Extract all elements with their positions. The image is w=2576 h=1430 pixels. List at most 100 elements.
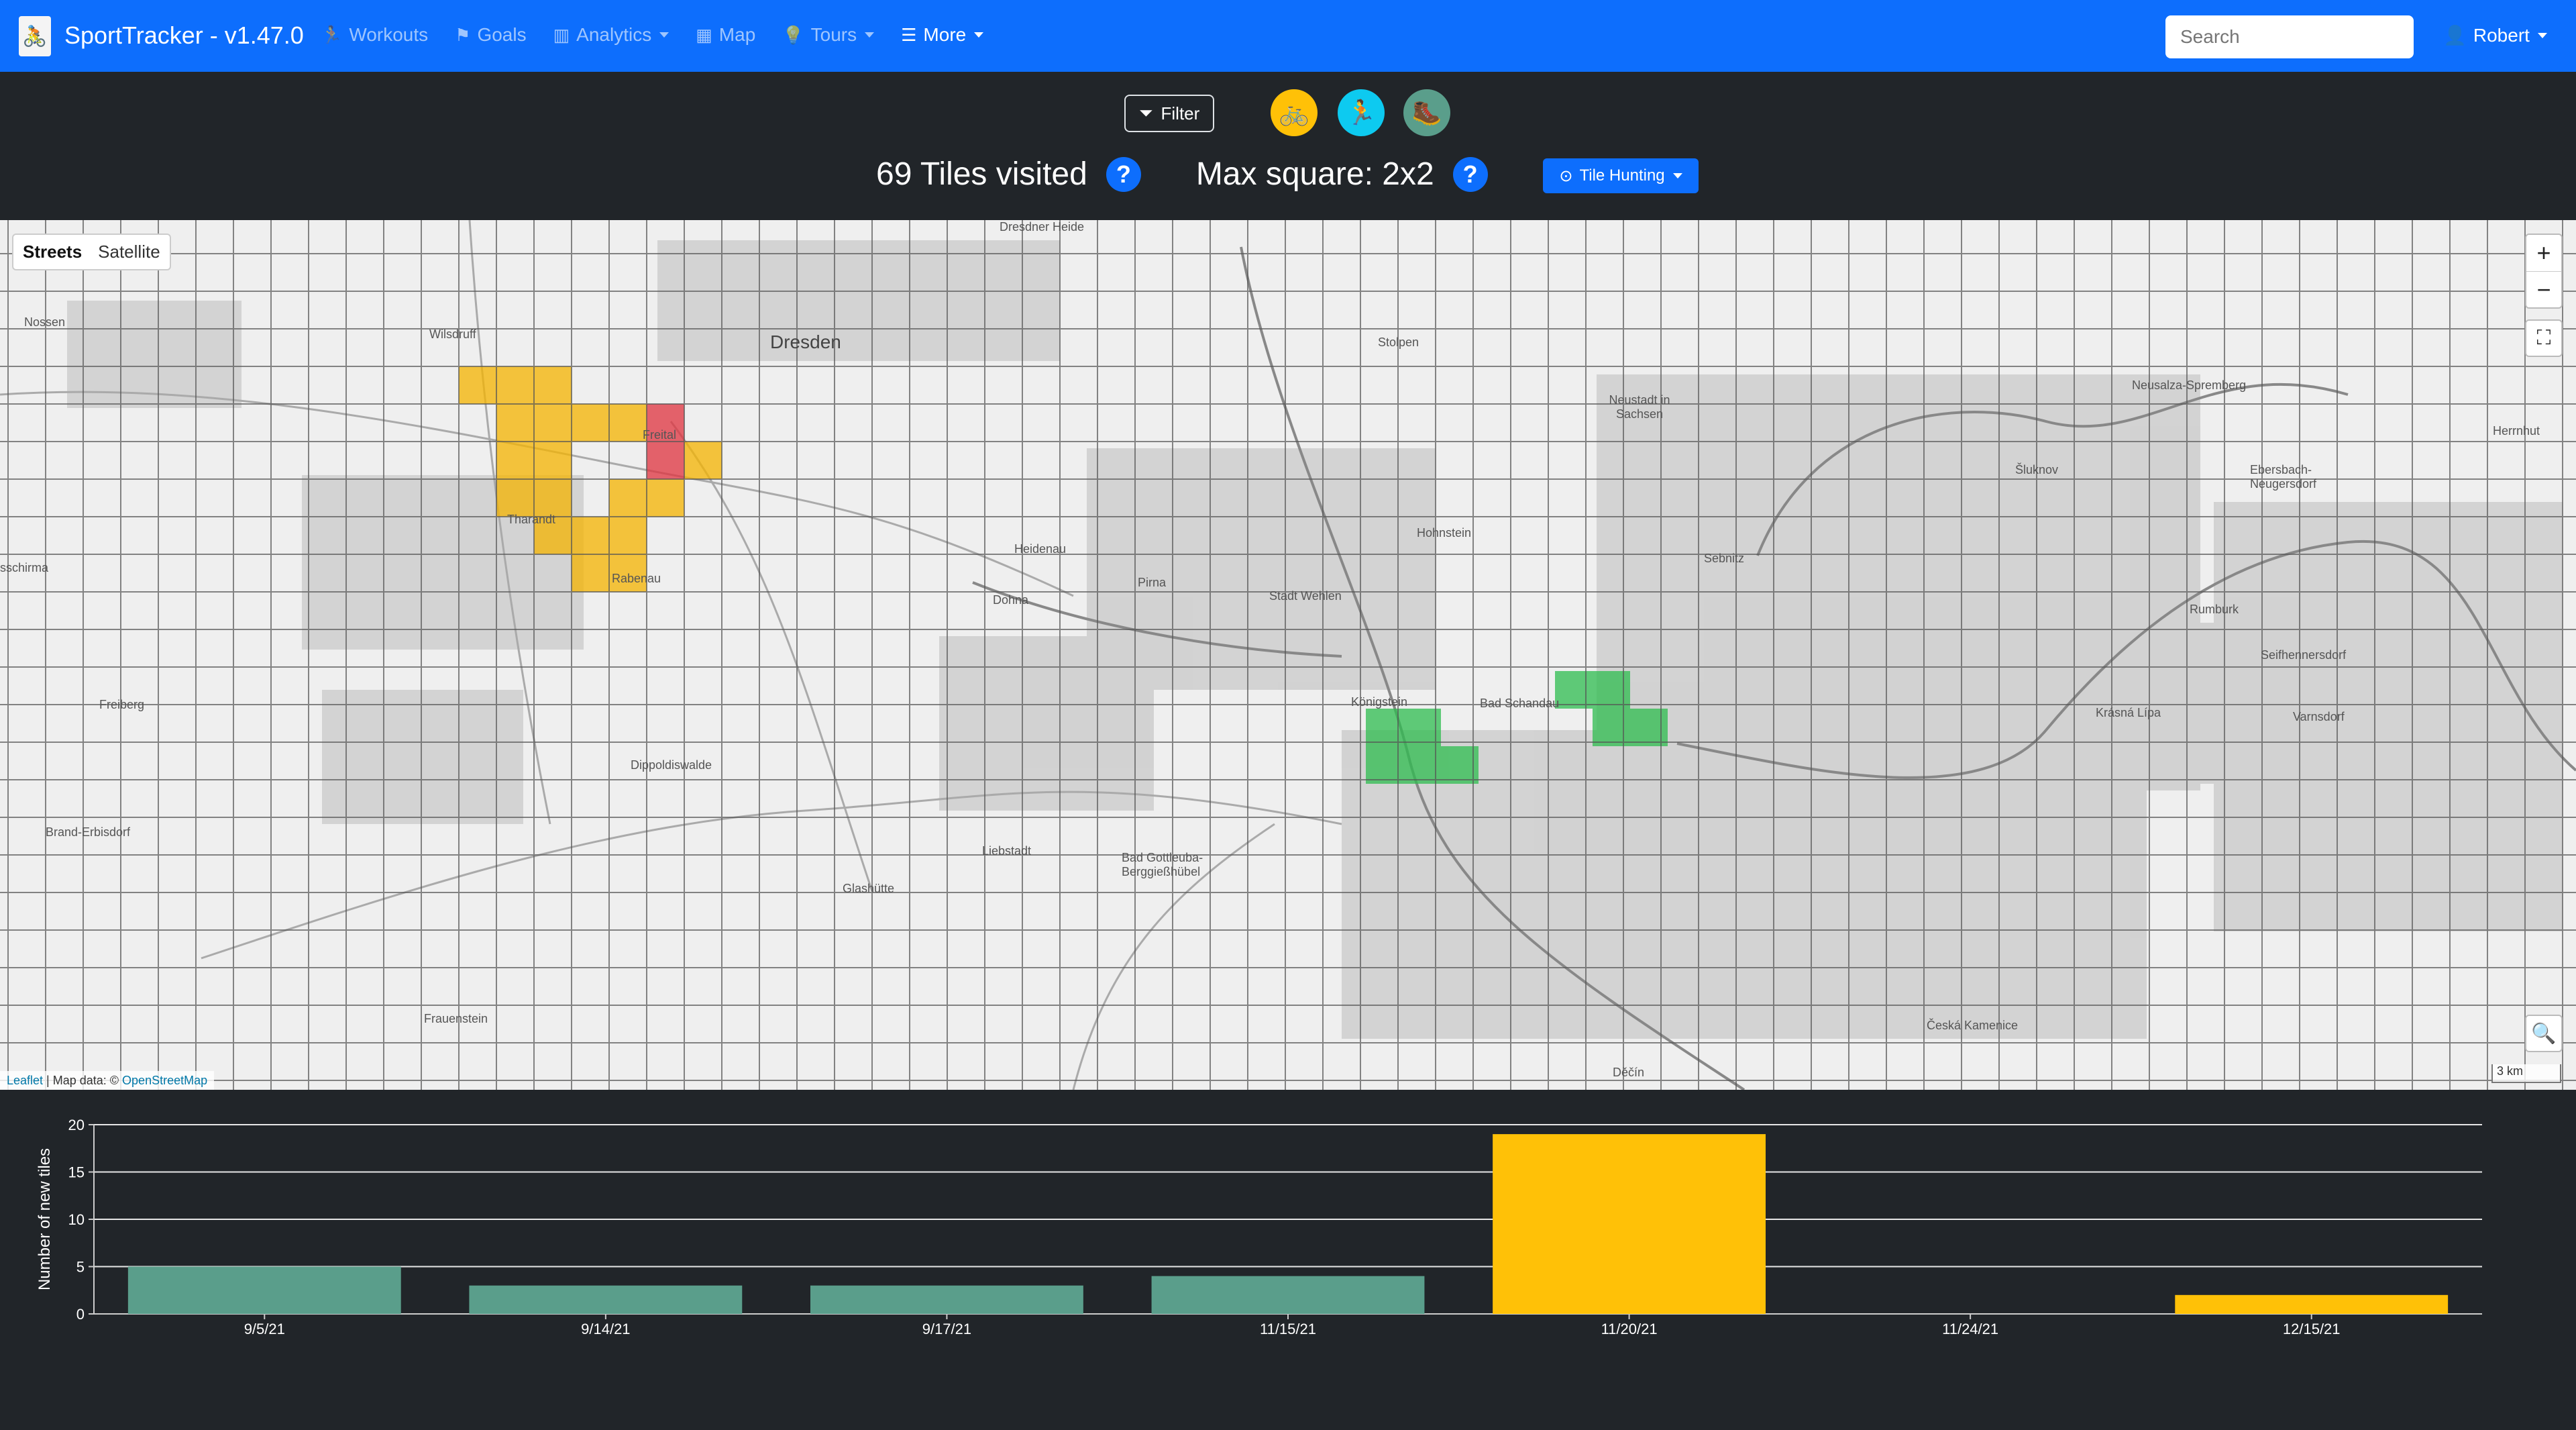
place-label: Ebersbach-Neugersdorf — [2250, 463, 2317, 491]
sport-hiking-button[interactable]: 🥾 — [1403, 89, 1450, 136]
map-canvas — [0, 220, 2576, 1090]
bar — [469, 1285, 743, 1314]
place-label: Sebnitz — [1704, 552, 1745, 565]
place-label: Frauenstein — [424, 1012, 488, 1025]
max-square-text: Max square: 2x2 — [1195, 156, 1434, 192]
place-label: Neusalza-Spremberg — [2132, 378, 2247, 392]
layer-streets[interactable]: Streets — [23, 242, 82, 262]
filter-button[interactable]: ⏷ Filter — [1124, 95, 1214, 132]
lightbulb-icon: 💡 — [782, 24, 804, 45]
place-label: Königstein — [1351, 695, 1408, 709]
sport-running-button[interactable]: 🏃 — [1338, 89, 1385, 136]
fullscreen-icon[interactable]: ⛶ — [2525, 319, 2563, 357]
place-label: Liebstadt — [982, 844, 1032, 858]
nav-tours[interactable]: 💡 Tours — [782, 24, 875, 46]
place-label: Varnsdorf — [2293, 710, 2345, 723]
tiles-visited-text: 69 Tiles visited — [876, 156, 1087, 192]
chevron-down-icon — [974, 32, 984, 38]
place-label: Rabenau — [612, 572, 661, 585]
osm-link[interactable]: OpenStreetMap — [122, 1074, 207, 1087]
flag-icon: ⚑ — [455, 24, 471, 45]
nav-menu: 🏃 Workouts ⚑ Goals ▥ Analytics ▦ Map 💡 Tours … — [321, 24, 984, 46]
place-label: Bad Gottleuba-Berggießhübel — [1122, 851, 1203, 878]
bar-chart-icon: ▥ — [553, 24, 570, 45]
compass-icon: ⊙ — [1559, 166, 1573, 185]
y-tick-label: 10 — [68, 1211, 85, 1228]
nav-analytics[interactable]: ▥ Analytics — [553, 24, 669, 46]
place-label: Hohnstein — [1417, 526, 1472, 540]
chart-svg: 0 5 10 15 20 Number of new tiles 9/5/21 9/14/21… — [36, 1117, 2482, 1337]
place-label: Heidenau — [1014, 542, 1067, 556]
y-tick-label: 0 — [76, 1306, 85, 1323]
layer-satellite[interactable]: Satellite — [98, 242, 160, 262]
place-label: Dresdner Heide — [1000, 220, 1085, 234]
chevron-down-icon — [2537, 32, 2547, 38]
list-icon: ☰ — [901, 24, 917, 45]
search-input[interactable] — [2165, 15, 2414, 58]
bar — [127, 1266, 401, 1314]
place-label: Freital — [643, 428, 677, 442]
x-tick-label: 9/14/21 — [581, 1321, 630, 1337]
bar — [1151, 1276, 1425, 1314]
max-square-help-button[interactable]: ? — [1452, 156, 1488, 192]
tiles-help-button[interactable]: ? — [1106, 156, 1141, 192]
bicycle-icon: 🚲 — [1279, 99, 1309, 126]
place-label: Freiberg — [99, 698, 145, 711]
nav-workouts[interactable]: 🏃 Workouts — [321, 24, 428, 46]
bar — [2175, 1294, 2449, 1314]
user-icon: 👤 — [2443, 25, 2467, 46]
tile-hunting-dropdown[interactable]: ⊙ Tile Hunting — [1543, 158, 1699, 193]
filter-icon: ⏷ — [1138, 103, 1153, 123]
y-tick-label: 20 — [68, 1117, 85, 1133]
navbar: 🚴 SportTracker - v1.47.0 🏃 Workouts ⚑ Goal… — [0, 0, 2576, 72]
layer-switcher: Streets Satellite — [12, 234, 171, 270]
new-tiles-chart: 0 5 10 15 20 Number of new tiles 9/5/21 9/14/21… — [0, 1101, 2576, 1349]
place-label: Nossen — [24, 315, 66, 329]
place-label: Wilsdruff — [429, 327, 476, 341]
x-tick-label: 11/20/21 — [1601, 1321, 1658, 1337]
zoom-out-button[interactable]: − — [2526, 271, 2561, 307]
place-label: Glashütte — [843, 882, 895, 895]
place-label: Rumburk — [2190, 603, 2239, 616]
place-label: Neustadt in Sachsen — [1609, 393, 1670, 421]
chevron-down-icon — [659, 32, 669, 38]
running-icon: 🏃 — [1346, 99, 1377, 126]
scale-bar: 3 km — [2491, 1064, 2561, 1083]
place-label: Dohna — [993, 593, 1029, 607]
x-tick-label: 9/5/21 — [244, 1321, 285, 1337]
x-tick-label: 11/15/21 — [1260, 1321, 1316, 1337]
chevron-down-icon — [865, 32, 875, 38]
place-label: Herrnhut — [2493, 424, 2540, 438]
nav-map[interactable]: ▦ Map — [696, 24, 755, 46]
sport-cycling-button[interactable]: 🚲 — [1271, 89, 1318, 136]
place-label: Stadt Wehlen — [1269, 589, 1342, 603]
y-tick-label: 5 — [76, 1259, 85, 1276]
user-menu[interactable]: 👤 Robert — [2443, 24, 2547, 46]
place-label: Bad Schandau — [1480, 697, 1560, 710]
y-axis-label: Number of new tiles — [36, 1148, 54, 1290]
x-tick-label: 12/15/21 — [2283, 1321, 2341, 1337]
zoom-control: + − — [2525, 234, 2563, 309]
place-label: Děčín — [1613, 1066, 1645, 1079]
map-search-icon[interactable]: 🔍 — [2525, 1015, 2563, 1052]
brand-name[interactable]: SportTracker - v1.47.0 — [64, 21, 304, 50]
tile-map[interactable]: Dresden Dresdner Heide Nossen Wilsdruff … — [0, 220, 2576, 1090]
place-label: Tharandt — [507, 513, 556, 526]
place-label: Krásná Lípa — [2096, 706, 2161, 719]
place-label: Brand-Erbisdorf — [46, 825, 131, 839]
place-label: Dresden — [770, 331, 841, 352]
place-label: Stolpen — [1378, 336, 1419, 349]
place-label: Česká Kamenice — [1927, 1019, 2019, 1032]
x-tick-label: 9/17/21 — [922, 1321, 971, 1337]
bar — [810, 1285, 1083, 1314]
nav-more[interactable]: ☰ More — [901, 24, 984, 46]
map-attribution: Leaflet | Map data: © OpenStreetMap — [0, 1071, 215, 1090]
leaflet-link[interactable]: Leaflet — [7, 1074, 43, 1087]
hiking-icon: 🥾 — [1411, 99, 1442, 126]
app-logo-icon[interactable]: 🚴 — [19, 16, 51, 56]
nav-goals[interactable]: ⚑ Goals — [455, 24, 526, 46]
zoom-in-button[interactable]: + — [2526, 235, 2561, 271]
chevron-down-icon — [1672, 173, 1682, 178]
x-tick-label: 11/24/21 — [1942, 1321, 1998, 1337]
bar — [1493, 1134, 1766, 1314]
